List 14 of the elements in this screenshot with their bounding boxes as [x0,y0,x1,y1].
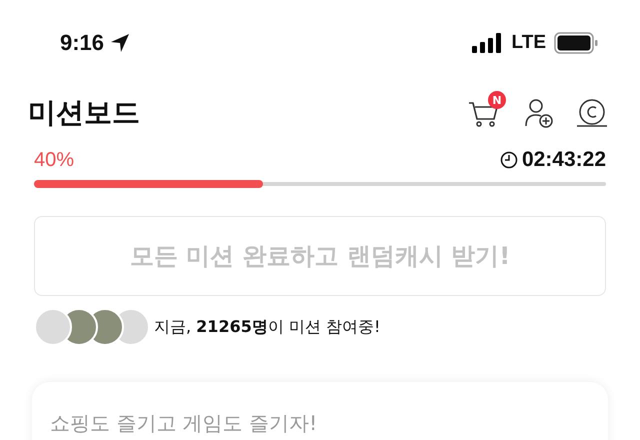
coin-icon[interactable] [576,98,608,128]
new-badge: N [488,91,506,109]
add-friend-icon[interactable] [524,98,554,128]
signal-icon [472,33,504,53]
countdown-timer: 02:43:22 [522,148,606,172]
battery-icon [554,32,598,54]
location-arrow-icon [110,33,130,53]
status-time: 9:16 [60,30,104,56]
network-label: LTE [512,32,546,54]
card-title: 쇼핑도 즐기고 게임도 즐기자! [50,410,318,437]
clock-icon [500,151,518,169]
participants-text: 지금, 21265명이 미션 참여중! [154,316,380,338]
progress-percent: 40% [34,148,74,172]
page-title: 미션보드 [28,95,140,131]
